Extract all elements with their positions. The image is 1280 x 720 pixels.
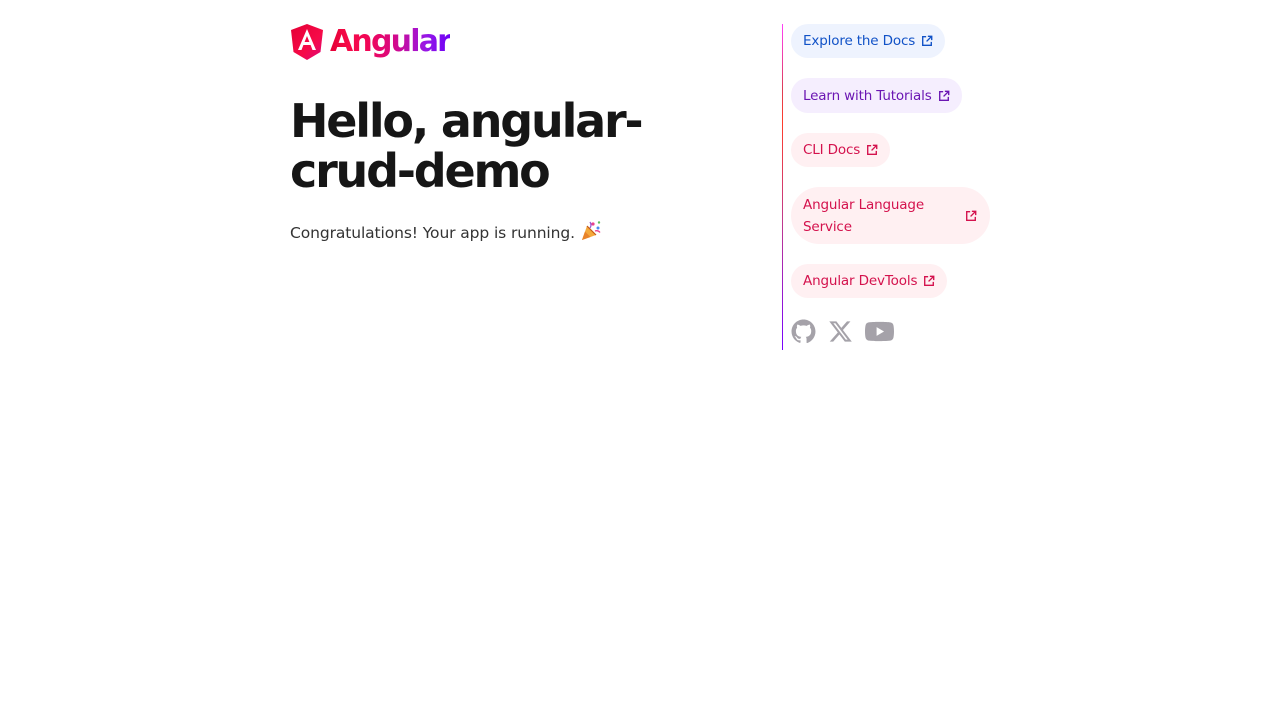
link-label: Learn with Tutorials [803, 87, 932, 104]
external-link-icon [924, 275, 935, 286]
running-message: Congratulations! Your app is running. [290, 220, 760, 246]
vertical-divider [782, 24, 783, 350]
youtube-icon[interactable] [865, 319, 894, 348]
external-link-icon [922, 35, 933, 46]
x-icon[interactable] [828, 319, 853, 348]
main-page: Angular Hello, angular-crud-demo Congrat… [0, 0, 1280, 720]
language-service-link[interactable]: Angular Language Service [791, 187, 990, 244]
external-link-icon [938, 90, 950, 101]
angular-shield-icon [291, 24, 323, 60]
left-side: Angular Hello, angular-crud-demo Congrat… [290, 24, 760, 246]
external-link-icon [966, 210, 977, 221]
page-title: Hello, angular-crud-demo [290, 94, 644, 198]
party-popper-icon [580, 220, 602, 246]
link-label: Angular DevTools [803, 273, 918, 289]
link-label: Angular Language Service [803, 196, 925, 235]
cli-docs-link[interactable]: CLI Docs [791, 133, 891, 167]
social-links [791, 319, 904, 348]
external-link-icon [867, 144, 878, 155]
angular-logo[interactable]: Angular [290, 24, 760, 60]
brand-name: Angular [330, 24, 452, 59]
congrats-text: Congratulations! Your app is running. [290, 224, 575, 242]
tutorials-link[interactable]: Learn with Tutorials [791, 78, 962, 113]
devtools-link[interactable]: Angular DevTools [791, 264, 948, 298]
link-label: CLI Docs [803, 142, 861, 158]
explore-docs-link[interactable]: Explore the Docs [791, 24, 946, 58]
github-icon[interactable] [791, 319, 816, 348]
link-label: Explore the Docs [803, 33, 916, 49]
